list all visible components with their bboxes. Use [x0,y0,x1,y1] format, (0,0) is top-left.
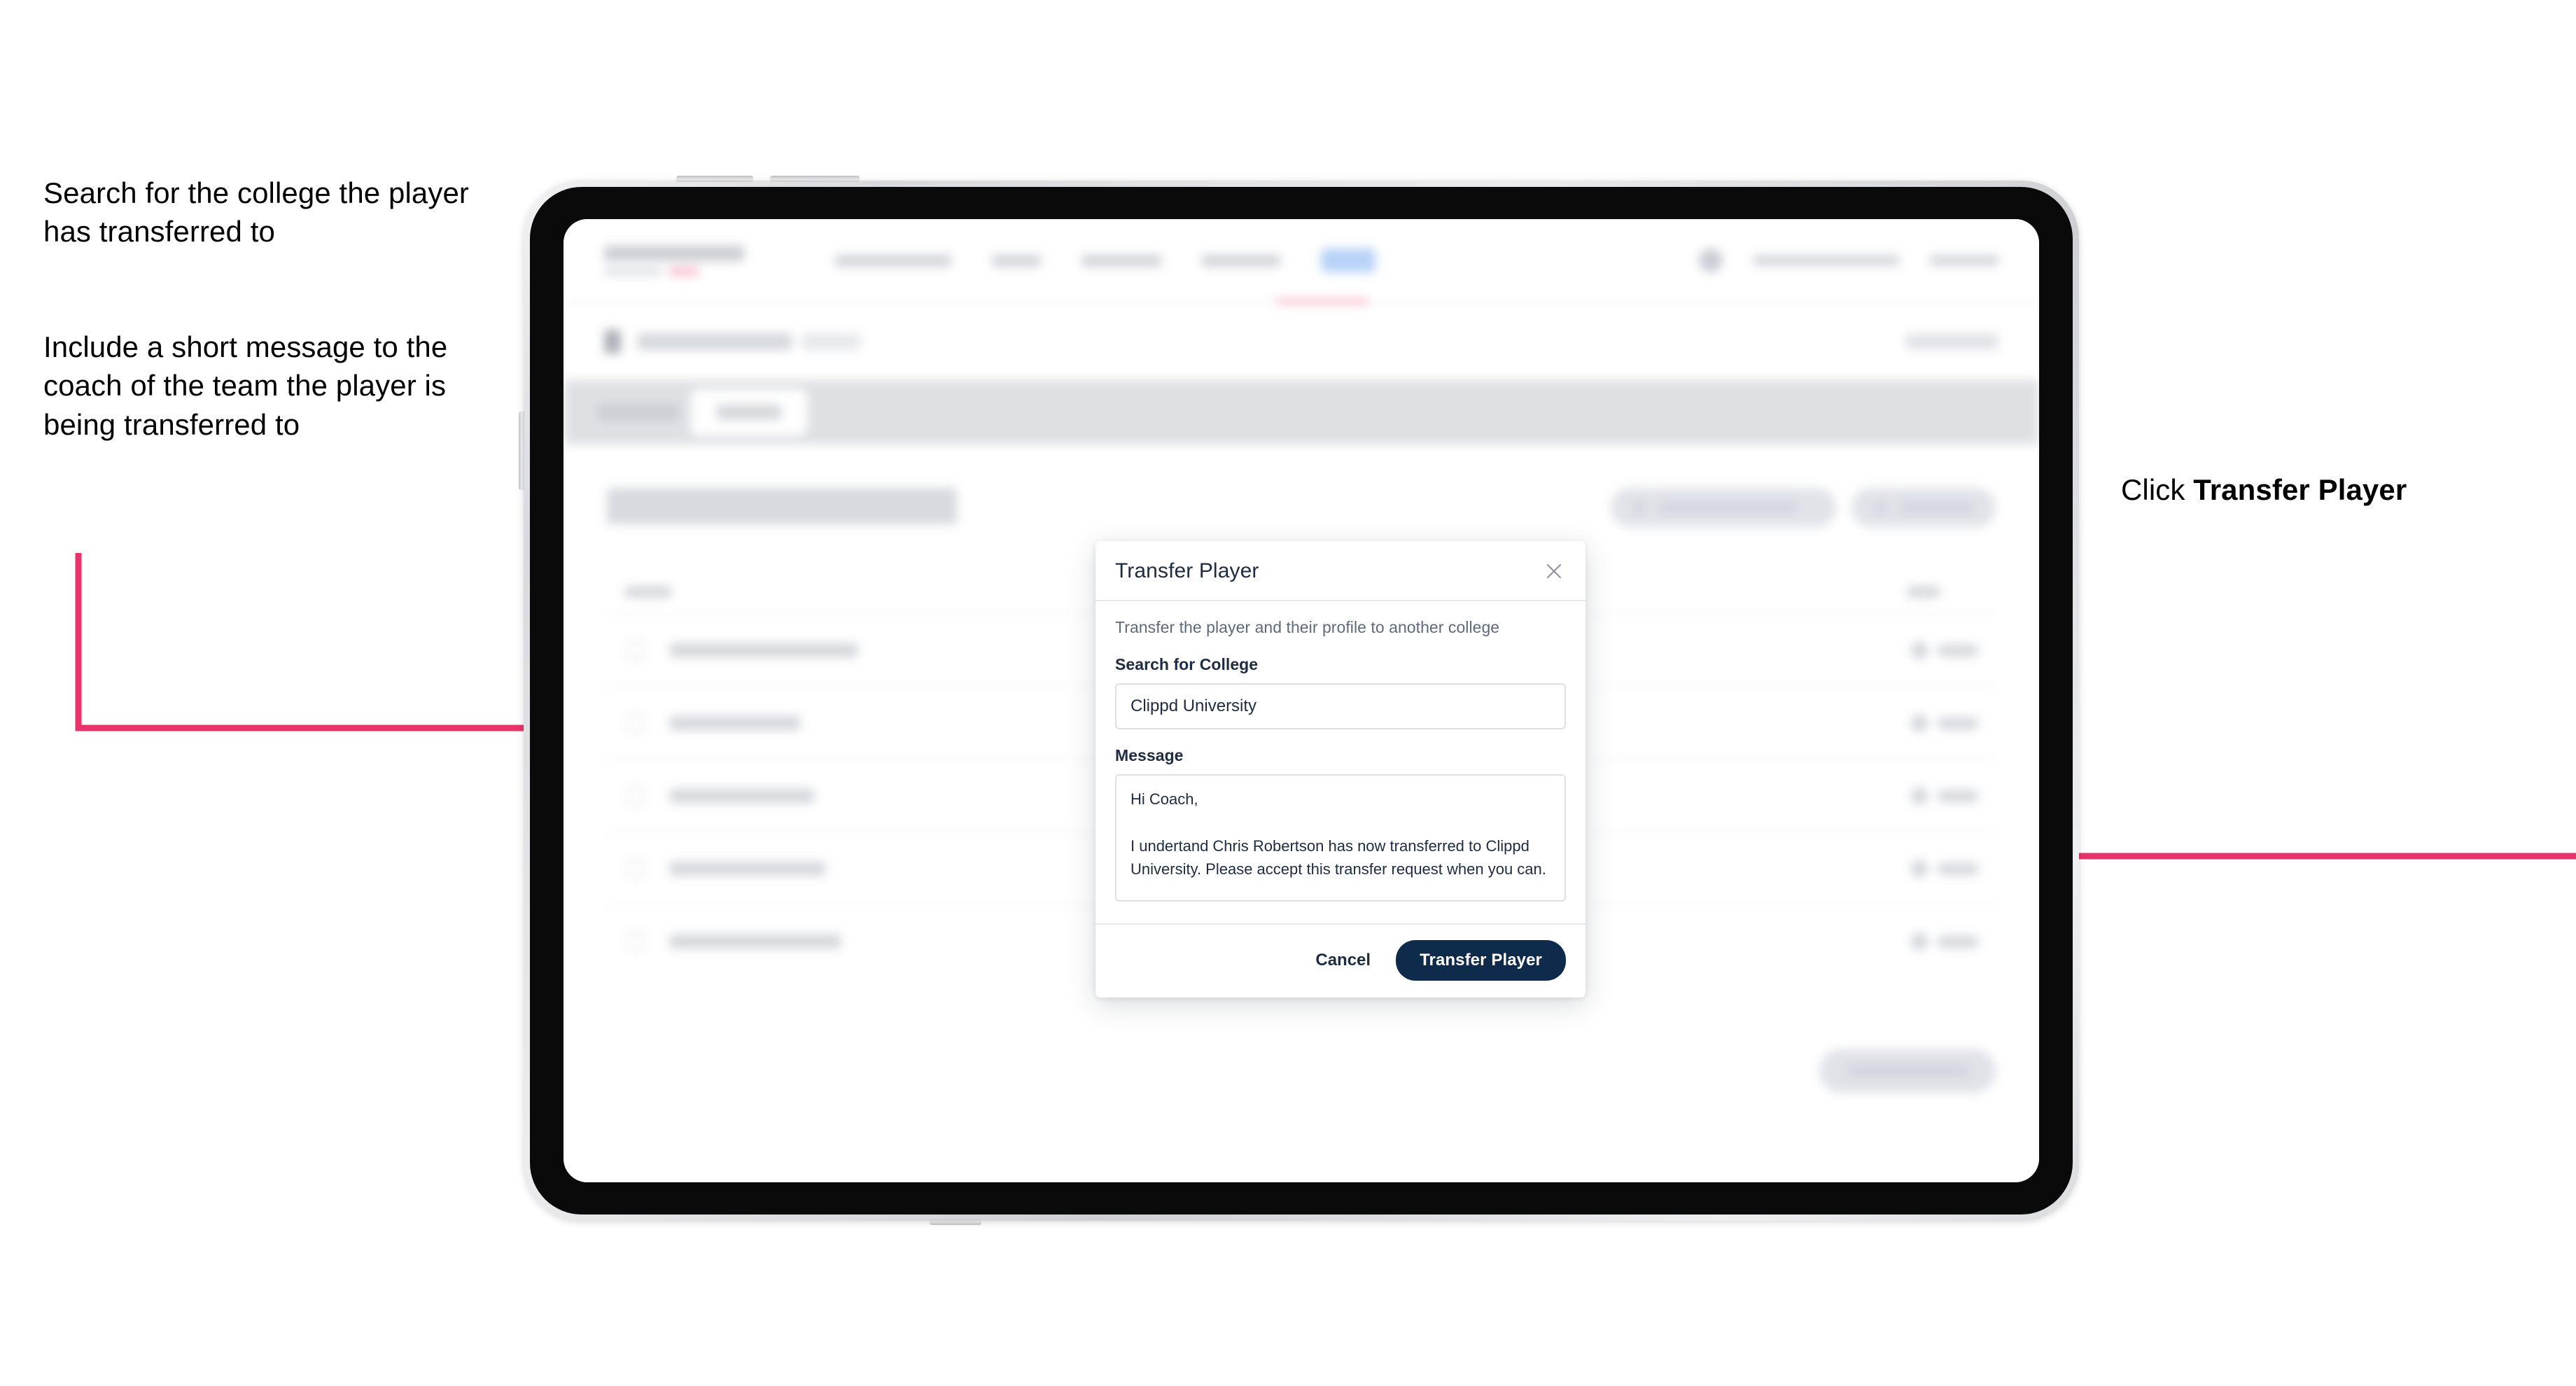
search-college-label: Search for College [1115,655,1259,673]
modal-title: Transfer Player [1115,559,1259,582]
annotation-include-message: Include a short message to the coach of … [43,330,448,441]
search-college-input[interactable] [1115,683,1566,729]
volume-up-button[interactable] [676,176,753,182]
message-label: Message [1115,746,1184,764]
cancel-button[interactable]: Cancel [1311,945,1375,976]
volume-down-button[interactable] [770,176,860,182]
field-spacer [1115,729,1566,746]
modal-description: Transfer the player and their profile to… [1115,618,1500,636]
transfer-player-modal: Transfer Player Transfer the player and … [1096,541,1586,997]
power-button[interactable] [519,412,524,490]
message-textarea[interactable]: Hi Coach, I undertand Chris Robertson ha… [1115,774,1566,902]
annotation-click-transfer-player: Click Transfer Player [2121,470,2555,509]
modal-footer: Cancel Transfer Player [1096,923,1586,997]
charging-port [930,1219,981,1225]
modal-body: Transfer the player and their profile to… [1096,601,1586,923]
tablet-outer-shell: Transfer Player Transfer the player and … [519,176,2079,1225]
close-icon[interactable] [1542,559,1566,583]
modal-header: Transfer Player [1096,541,1586,601]
tablet-bezel: Transfer Player Transfer the player and … [530,187,2073,1214]
tablet-screen: Transfer Player Transfer the player and … [564,219,2039,1182]
tablet-device-frame: Transfer Player Transfer the player and … [519,176,2079,1225]
annotation-click-bold: Transfer Player [2193,473,2407,506]
transfer-player-button[interactable]: Transfer Player [1396,940,1566,981]
annotation-search-college: Search for the college the player has tr… [43,176,469,248]
annotation-click-prefix: Click [2121,473,2194,506]
